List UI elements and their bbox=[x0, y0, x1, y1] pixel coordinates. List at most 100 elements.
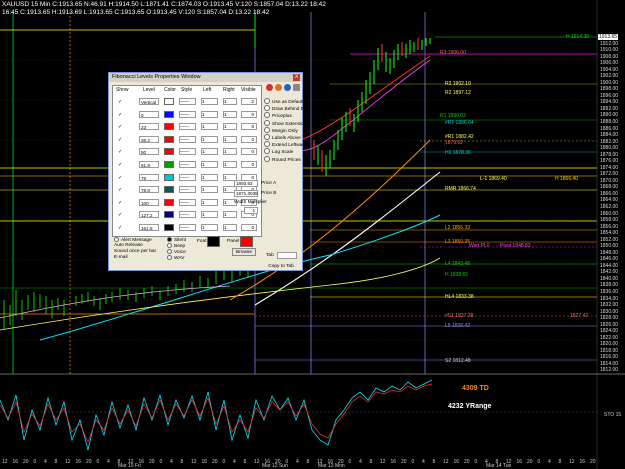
level-color-swatch[interactable] bbox=[164, 123, 174, 131]
left-select[interactable]: 1 bbox=[201, 110, 218, 118]
right-select[interactable]: 1 bbox=[223, 110, 237, 118]
level-row[interactable]: ✓ 50 —— 1 1 0 bbox=[113, 147, 261, 157]
right-select[interactable]: 1 bbox=[223, 148, 237, 156]
left-select[interactable]: 1 bbox=[201, 224, 218, 231]
browse-button[interactable]: Browse bbox=[232, 248, 256, 256]
level-color-swatch[interactable] bbox=[164, 135, 174, 143]
show-checkbox[interactable]: ✓ bbox=[118, 112, 122, 118]
level-row[interactable]: ✓ 61.8 —— 1 1 0 bbox=[113, 160, 261, 170]
tab-input[interactable] bbox=[277, 252, 297, 259]
level-color-swatch[interactable] bbox=[164, 148, 174, 156]
style-select[interactable]: —— bbox=[179, 173, 196, 181]
close-button[interactable]: X bbox=[293, 74, 300, 81]
level-input[interactable]: 100 bbox=[139, 198, 159, 206]
save-icon[interactable] bbox=[284, 84, 291, 91]
font-color-swatch[interactable] bbox=[207, 236, 220, 247]
show-checkbox[interactable]: ✓ bbox=[118, 137, 122, 143]
style-select[interactable]: —— bbox=[179, 211, 196, 219]
style-select[interactable]: —— bbox=[179, 110, 196, 118]
visible-spinner[interactable]: 0 bbox=[241, 148, 257, 156]
show-checkbox[interactable]: ✓ bbox=[118, 124, 122, 130]
show-checkbox[interactable]: ✓ bbox=[118, 225, 122, 231]
level-input[interactable]: 61.8 bbox=[139, 161, 159, 168]
level-row[interactable]: ✓Vertical Line——112 bbox=[113, 97, 261, 107]
right-select[interactable]: 1 bbox=[223, 161, 237, 168]
level-input[interactable]: 75 bbox=[139, 173, 159, 181]
wav-radio[interactable]: WAV bbox=[167, 255, 184, 262]
level-row[interactable]: ✓ 127.2 —— 1 1 0 bbox=[113, 210, 261, 220]
level-color-swatch[interactable] bbox=[164, 173, 174, 181]
show-checkbox[interactable]: ✓ bbox=[118, 175, 122, 181]
level-input[interactable]: 78.6 bbox=[139, 186, 159, 194]
level-input[interactable]: Vertical Line bbox=[139, 98, 159, 105]
level-row[interactable]: ✓ 23 —— 1 1 0 bbox=[113, 122, 261, 132]
refresh-icon[interactable] bbox=[275, 84, 282, 91]
panel-color-swatch[interactable] bbox=[240, 236, 253, 247]
price-a-input[interactable]: 1893.63 bbox=[234, 180, 258, 187]
style-select[interactable]: —— bbox=[179, 161, 196, 168]
style-select[interactable]: —— bbox=[179, 198, 196, 206]
show-checkbox[interactable]: ✓ bbox=[118, 149, 122, 155]
show-checkbox[interactable]: ✓ bbox=[118, 200, 122, 206]
width-multiplier-input[interactable]: 1 bbox=[244, 207, 258, 214]
time-axis-tick: 16 bbox=[453, 459, 460, 465]
level-row[interactable]: ✓ 161.8 —— 1 1 0 bbox=[113, 223, 261, 233]
level-input[interactable]: 0 bbox=[139, 110, 159, 118]
option-radio[interactable]: Round Prices bbox=[264, 155, 301, 164]
copy-to-tab-button[interactable]: Copy to Tab bbox=[264, 263, 298, 271]
price-chart-canvas[interactable] bbox=[0, 0, 625, 469]
visible-spinner[interactable]: 0 bbox=[241, 123, 257, 131]
level-color-swatch[interactable] bbox=[164, 211, 174, 219]
left-select[interactable]: 1 bbox=[201, 186, 218, 194]
right-select[interactable]: 1 bbox=[223, 123, 237, 131]
time-axis-tick: 4 bbox=[233, 459, 236, 465]
level-color-swatch[interactable] bbox=[164, 224, 174, 231]
level-color-swatch[interactable] bbox=[164, 98, 174, 105]
left-select[interactable]: 1 bbox=[201, 135, 218, 143]
email-checkbox[interactable]: E-mail bbox=[114, 255, 128, 261]
visible-spinner[interactable]: 0 bbox=[241, 135, 257, 143]
level-color-swatch[interactable] bbox=[164, 161, 174, 168]
level-color-swatch[interactable] bbox=[164, 110, 174, 118]
left-select[interactable]: 1 bbox=[201, 173, 218, 181]
show-checkbox[interactable]: ✓ bbox=[118, 187, 122, 193]
left-select[interactable]: 1 bbox=[201, 211, 218, 219]
left-select[interactable]: 1 bbox=[201, 98, 218, 105]
visible-spinner[interactable]: 0 bbox=[241, 110, 257, 118]
style-select[interactable]: —— bbox=[179, 186, 196, 194]
right-select[interactable]: 1 bbox=[223, 135, 237, 143]
level-input[interactable]: 38.2 bbox=[139, 135, 159, 143]
visible-spinner[interactable]: 2 bbox=[241, 98, 257, 105]
dialog-title[interactable]: Fibonacci Levels Properties Window bbox=[109, 73, 302, 82]
left-select[interactable]: 1 bbox=[201, 148, 218, 156]
fibonacci-properties-dialog[interactable]: Fibonacci Levels Properties Window X Sho… bbox=[108, 72, 311, 271]
pin-icon[interactable] bbox=[293, 84, 300, 91]
level-input[interactable]: 161.8 bbox=[139, 224, 159, 231]
visible-spinner[interactable]: 0 bbox=[241, 161, 257, 168]
level-row[interactable]: ✓ 0 —— 1 1 0 bbox=[113, 110, 261, 120]
right-select[interactable]: 1 bbox=[223, 224, 237, 231]
left-select[interactable]: 1 bbox=[201, 123, 218, 131]
level-input[interactable]: 127.2 bbox=[139, 211, 159, 219]
panel-label: Panel bbox=[227, 239, 240, 244]
level-row[interactable]: ✓ 38.2 —— 1 1 0 bbox=[113, 135, 261, 145]
style-select[interactable]: —— bbox=[179, 135, 196, 143]
left-select[interactable]: 1 bbox=[201, 161, 218, 168]
show-checkbox[interactable]: ✓ bbox=[118, 212, 122, 218]
style-select[interactable]: —— bbox=[179, 98, 196, 105]
style-select[interactable]: —— bbox=[179, 123, 196, 131]
level-color-swatch[interactable] bbox=[164, 198, 174, 206]
level-color-swatch[interactable] bbox=[164, 186, 174, 194]
right-select[interactable]: 1 bbox=[223, 211, 237, 219]
style-select[interactable]: —— bbox=[179, 224, 196, 231]
level-input[interactable]: 50 bbox=[139, 148, 159, 156]
style-select[interactable]: —— bbox=[179, 148, 196, 156]
price-b-input[interactable]: 1871.3038 bbox=[234, 190, 258, 197]
show-checkbox[interactable]: ✓ bbox=[118, 99, 122, 105]
level-input[interactable]: 23 bbox=[139, 123, 159, 131]
show-checkbox[interactable]: ✓ bbox=[118, 162, 122, 168]
right-select[interactable]: 1 bbox=[223, 98, 237, 105]
visible-spinner[interactable]: 0 bbox=[241, 224, 257, 231]
stop-icon[interactable] bbox=[266, 84, 273, 91]
left-select[interactable]: 1 bbox=[201, 198, 218, 206]
